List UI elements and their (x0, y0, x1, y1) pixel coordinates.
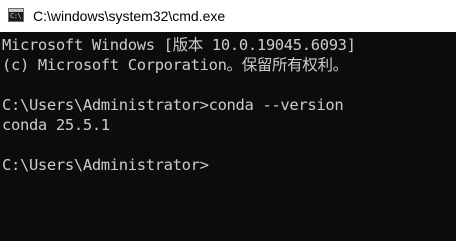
console-line-copyright: (c) Microsoft Corporation。保留所有权利。 (2, 56, 348, 74)
title-bar[interactable]: C:\ C:\windows\system32\cmd.exe (0, 0, 456, 32)
console-line-command: C:\Users\Administrator>conda --version (2, 96, 344, 114)
cmd-window: C:\ C:\windows\system32\cmd.exe Microsof… (0, 0, 456, 241)
window-title: C:\windows\system32\cmd.exe (33, 8, 226, 24)
console-line-output: conda 25.5.1 (2, 116, 110, 134)
console-line-version: Microsoft Windows [版本 10.0.19045.6093] (2, 36, 356, 54)
cmd-console-icon[interactable]: C:\ (8, 8, 24, 22)
console-output-area[interactable]: Microsoft Windows [版本 10.0.19045.6093] (… (0, 32, 456, 241)
console-line-prompt[interactable]: C:\Users\Administrator> (2, 155, 209, 175)
icon-prompt-glyph: C:\ (10, 12, 22, 20)
